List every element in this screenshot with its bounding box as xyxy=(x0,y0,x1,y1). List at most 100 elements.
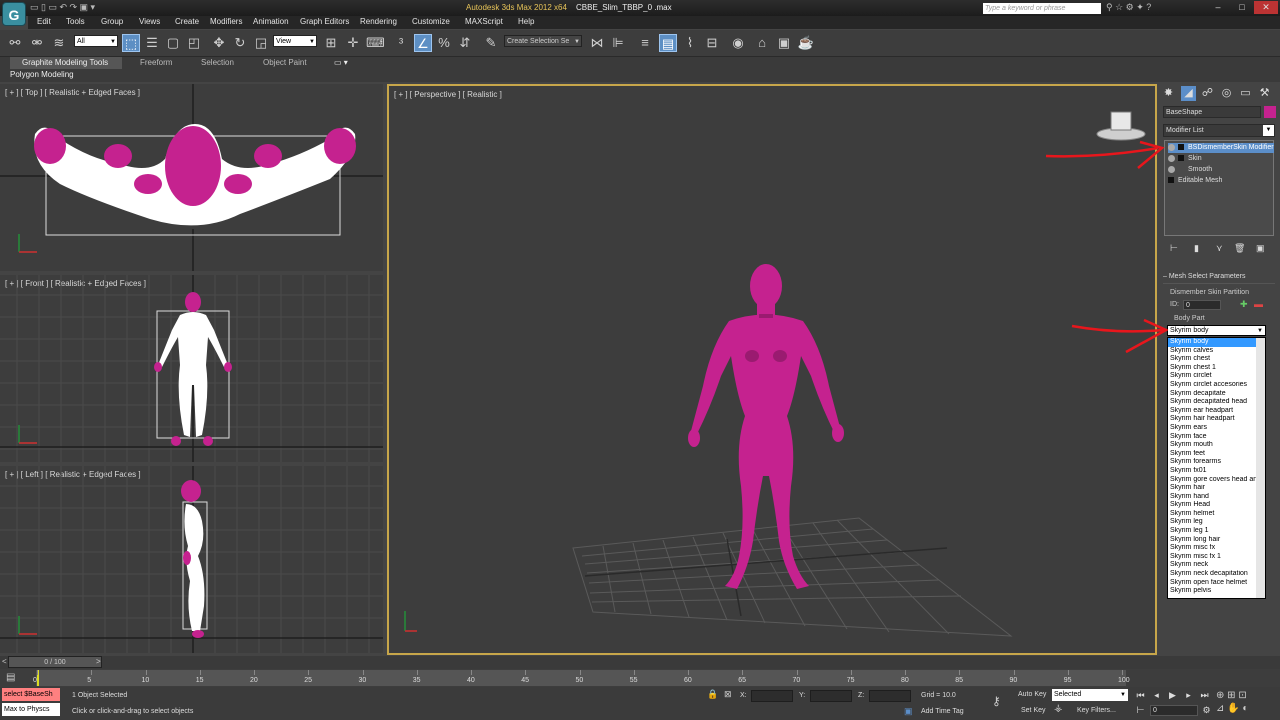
play-icon[interactable]: ▶ xyxy=(1166,689,1179,701)
reference-coord-dropdown[interactable]: View xyxy=(273,35,317,48)
key-icon[interactable]: ⚷ xyxy=(992,694,1001,708)
bulb-icon[interactable] xyxy=(1168,143,1175,151)
object-name-field[interactable]: BaseShape xyxy=(1163,106,1261,118)
menu-help[interactable]: Help xyxy=(518,17,534,26)
menu-create[interactable]: Create xyxy=(175,17,199,26)
tab-selection[interactable]: Selection xyxy=(201,58,234,67)
list-scrollbar[interactable] xyxy=(1256,338,1265,598)
keyboard-shortcut-icon[interactable]: ⌨ xyxy=(366,34,385,52)
mini-curve-editor-icon[interactable]: ▤ xyxy=(6,672,15,683)
list-item[interactable]: Skyrim calves xyxy=(1168,347,1265,356)
render-production-icon[interactable]: ☕ xyxy=(797,34,815,52)
list-item[interactable]: Skyrim ears xyxy=(1168,424,1265,433)
expand-icon[interactable] xyxy=(1168,177,1174,184)
schematic-view-icon[interactable]: ⊟ xyxy=(703,34,721,52)
current-frame-field[interactable]: 0 xyxy=(1150,705,1198,716)
list-item[interactable]: Skyrim neck decapitation xyxy=(1168,570,1265,579)
go-to-start-icon[interactable]: ⏮ xyxy=(1134,689,1147,701)
time-config-icon[interactable]: ⚙ xyxy=(1200,704,1213,716)
make-unique-icon[interactable]: ⋎ xyxy=(1216,243,1223,254)
chevron-down-icon[interactable]: ▼ xyxy=(1263,125,1274,136)
prev-key-icon[interactable]: ◂ xyxy=(1150,689,1163,701)
material-editor-icon[interactable]: ◉ xyxy=(729,34,747,52)
go-to-end-icon[interactable]: ⏭ xyxy=(1198,689,1211,701)
close-button[interactable]: ✕ xyxy=(1254,1,1278,14)
viewport-left[interactable]: [ + ] [ Left ] [ Realistic + Edged Faces… xyxy=(0,466,383,653)
layer-manager-icon[interactable]: ≡ xyxy=(636,34,654,52)
list-item[interactable]: Skyrim chest 1 xyxy=(1168,364,1265,373)
next-frame-icon[interactable]: > xyxy=(96,657,101,666)
modify-tab-icon[interactable]: ◢ xyxy=(1181,86,1196,101)
menu-views[interactable]: Views xyxy=(139,17,160,26)
list-item[interactable]: Skyrim Head xyxy=(1168,501,1265,510)
tab-object-paint[interactable]: Object Paint xyxy=(263,58,307,67)
create-tab-icon[interactable]: ✸ xyxy=(1161,86,1176,101)
rollout-mesh-select-parameters[interactable]: – Mesh Select Parameters xyxy=(1163,273,1275,284)
list-item[interactable]: Skyrim body xyxy=(1168,338,1265,347)
list-item[interactable]: Skyrim leg xyxy=(1168,518,1265,527)
maximize-button[interactable]: □ xyxy=(1230,1,1254,14)
x-coordinate-field[interactable] xyxy=(751,690,793,702)
rendered-frame-icon[interactable]: ▣ xyxy=(775,34,793,52)
angle-snap-icon[interactable]: ∠ xyxy=(414,34,432,52)
tab-graphite-modeling-tools[interactable]: Graphite Modeling Tools xyxy=(10,57,122,69)
bind-spacewarp-icon[interactable]: ≋ xyxy=(50,34,68,52)
selection-filter-dropdown[interactable]: All xyxy=(74,35,118,48)
list-item[interactable]: Skyrim pelvis xyxy=(1168,587,1265,596)
list-item[interactable]: Skyrim forearms xyxy=(1168,458,1265,467)
list-item[interactable]: Skyrim decapitated head xyxy=(1168,398,1265,407)
key-mode-toggle-icon[interactable]: ⊢ xyxy=(1134,704,1147,716)
list-item[interactable]: Skyrim feet xyxy=(1168,450,1265,459)
set-key-button[interactable]: Set Key xyxy=(1021,707,1046,714)
z-coordinate-field[interactable] xyxy=(869,690,911,702)
configure-modifiers-icon[interactable]: ▣ xyxy=(1256,243,1265,254)
list-item[interactable]: Skyrim hair xyxy=(1168,484,1265,493)
body-part-dropdown-list[interactable]: Skyrim body Skyrim calves Skyrim chest S… xyxy=(1167,337,1266,599)
bulb-icon[interactable] xyxy=(1168,165,1175,173)
list-item[interactable]: Skyrim face xyxy=(1168,433,1265,442)
menu-rendering[interactable]: Rendering xyxy=(360,17,397,26)
spinner-snap-icon[interactable]: ⇵ xyxy=(456,34,474,52)
list-item[interactable]: Skyrim helmet xyxy=(1168,510,1265,519)
edit-named-selection-icon[interactable]: ✎ xyxy=(482,34,500,52)
viewport-navigation-icons[interactable]: ⊕ ⊞ ⊡ ⊿ ✋ ◐ xyxy=(1216,689,1248,715)
pin-stack-icon[interactable]: ⊢ xyxy=(1170,243,1178,254)
list-item[interactable]: Skyrim circlet accesories xyxy=(1168,381,1265,390)
named-selection-dropdown[interactable]: Create Selection Se xyxy=(504,35,582,48)
scale-icon[interactable]: ◲ xyxy=(252,34,270,52)
minimize-button[interactable]: – xyxy=(1206,1,1230,14)
search-input[interactable]: Type a keyword or phrase xyxy=(983,3,1101,14)
menu-maxscript[interactable]: MAXScript xyxy=(465,17,503,26)
body-part-select[interactable]: Skyrim body xyxy=(1167,325,1266,336)
viewcube-icon[interactable] xyxy=(1112,113,1134,127)
mirror-icon[interactable]: ⋈ xyxy=(588,34,606,52)
id-spinner[interactable]: 0 xyxy=(1183,300,1221,310)
list-item[interactable]: Skyrim mouth xyxy=(1168,441,1265,450)
select-object-icon[interactable]: ⬚ xyxy=(122,34,140,52)
list-item[interactable]: Skyrim fx01 xyxy=(1168,467,1265,476)
rotate-icon[interactable]: ↻ xyxy=(231,34,249,52)
display-tab-icon[interactable]: ▭ xyxy=(1238,86,1253,101)
bulb-icon[interactable] xyxy=(1168,154,1175,162)
expand-icon[interactable] xyxy=(1178,155,1184,162)
stack-item-smooth[interactable]: Smooth xyxy=(1168,165,1274,175)
motion-tab-icon[interactable]: ◎ xyxy=(1219,86,1234,101)
menu-edit[interactable]: Edit xyxy=(37,17,51,26)
hierarchy-tab-icon[interactable]: ☍ xyxy=(1200,86,1215,101)
viewport-front[interactable]: [ + ] [ Front ] [ Realistic + Edged Face… xyxy=(0,275,383,462)
utilities-tab-icon[interactable]: ⚒ xyxy=(1257,86,1272,101)
key-mode-dropdown[interactable]: Selected xyxy=(1052,689,1128,701)
unlink-icon[interactable]: ⚮ xyxy=(28,34,46,52)
time-tag-icon[interactable]: ▣ xyxy=(904,706,913,717)
select-by-name-icon[interactable]: ☰ xyxy=(143,34,161,52)
list-item[interactable]: Skyrim ear headpart xyxy=(1168,407,1265,416)
key-filters-button[interactable]: Key Filters... xyxy=(1077,707,1116,714)
list-item[interactable]: Skyrim gore covers head and hair xyxy=(1168,476,1265,485)
menu-animation[interactable]: Animation xyxy=(253,17,289,26)
list-item[interactable]: Skyrim neck xyxy=(1168,561,1265,570)
link-icon[interactable]: ⚯ xyxy=(6,34,24,52)
remove-partition-icon[interactable]: ▬ xyxy=(1254,299,1263,309)
expand-icon[interactable] xyxy=(1178,144,1184,151)
menu-tools[interactable]: Tools xyxy=(66,17,85,26)
list-item[interactable]: Skyrim open face helmet xyxy=(1168,579,1265,588)
